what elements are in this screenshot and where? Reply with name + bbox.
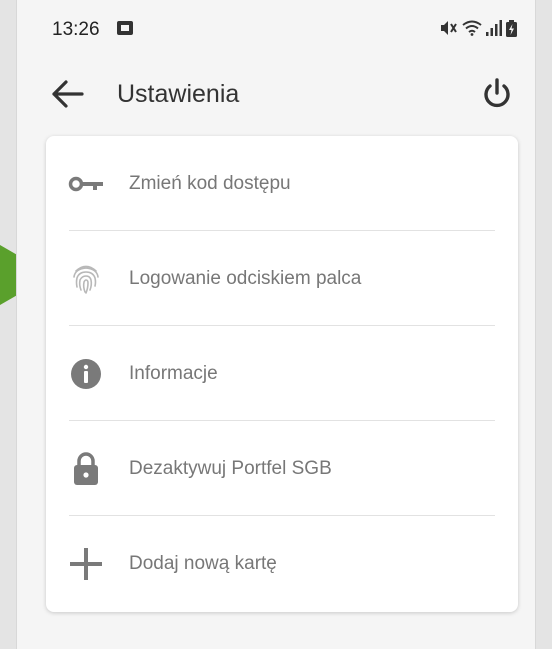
page-title: Ustawienia (117, 80, 240, 108)
menu-item-label: Zmień kod dostępu (129, 173, 291, 194)
wifi-icon (462, 20, 482, 36)
battery-icon (506, 19, 517, 37)
lock-icon (74, 452, 98, 485)
status-bar: 13:26 (17, 0, 537, 56)
fingerprint-icon (73, 265, 99, 294)
plus-icon (70, 548, 102, 580)
notification-square-icon (117, 21, 133, 35)
menu-item-fingerprint-login[interactable]: Logowanie odciskiem palca (46, 231, 518, 326)
menu-item-label: Informacje (129, 363, 218, 384)
phone-screen: 13:26 Ustawienia Zmień kod dostępu Logow… (16, 0, 536, 649)
menu-item-label: Dodaj nową kartę (129, 553, 277, 574)
key-icon (68, 176, 103, 192)
menu-item-information[interactable]: Informacje (46, 326, 518, 421)
mute-icon (441, 21, 457, 35)
signal-icon (486, 20, 502, 36)
app-bar: Ustawienia (17, 60, 537, 130)
menu-item-add-card[interactable]: Dodaj nową kartę (46, 516, 518, 611)
info-icon (71, 359, 101, 389)
back-button[interactable] (47, 74, 87, 114)
power-icon (484, 78, 510, 108)
power-button[interactable] (477, 74, 517, 114)
menu-item-deactivate-wallet[interactable]: Dezaktywuj Portfel SGB (46, 421, 518, 516)
screenshot-frame: 13:26 Ustawienia Zmień kod dostępu Logow… (0, 0, 552, 649)
status-time: 13:26 (52, 19, 100, 40)
arrow-left-icon (52, 80, 84, 108)
status-icons (440, 19, 517, 37)
menu-item-label: Logowanie odciskiem palca (129, 268, 362, 289)
settings-menu-card: Zmień kod dostępu Logowanie odciskiem pa… (46, 136, 518, 612)
menu-item-change-passcode[interactable]: Zmień kod dostępu (46, 136, 518, 231)
menu-item-label: Dezaktywuj Portfel SGB (129, 458, 332, 479)
